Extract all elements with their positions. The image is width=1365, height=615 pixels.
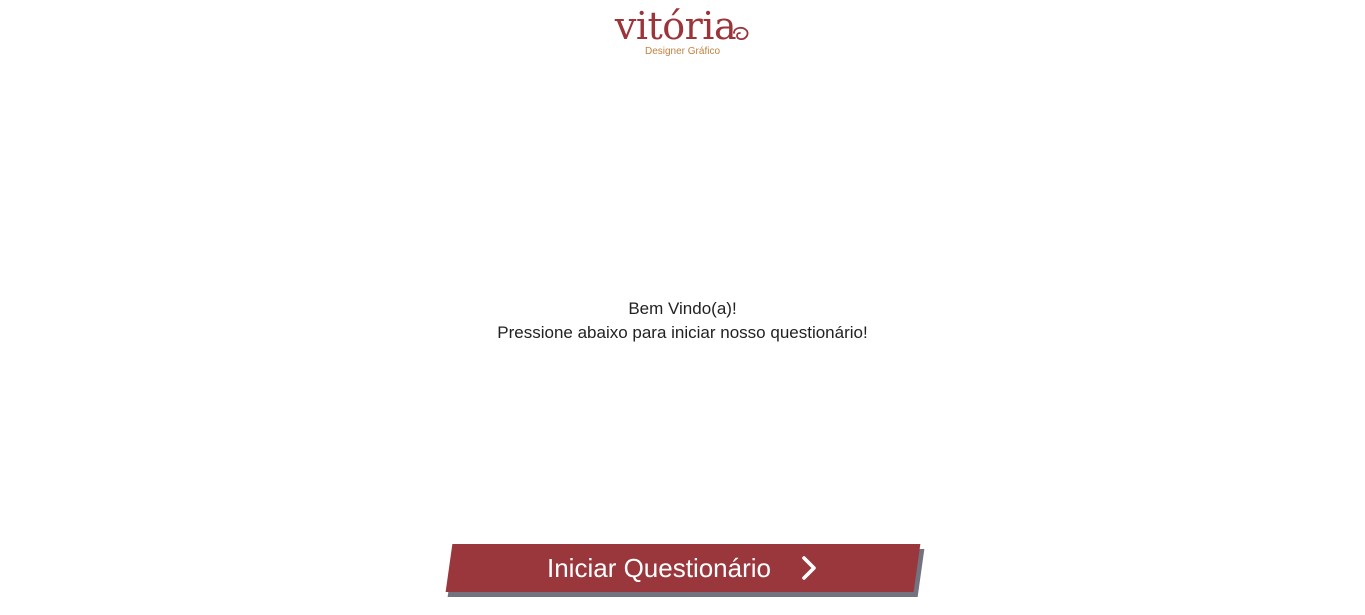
start-button-label: Iniciar Questionário (547, 553, 771, 583)
welcome-instruction: Pressione abaixo para iniciar nosso ques… (497, 323, 868, 342)
start-questionnaire-container: Iniciar Questionário (445, 544, 925, 598)
chevron-right-icon (802, 556, 816, 580)
start-questionnaire-button[interactable]: Iniciar Questionário (445, 544, 921, 592)
start-button-content: Iniciar Questionário (547, 544, 819, 592)
brand-logo: vitória Designer Gráfico (0, 6, 1365, 57)
welcome-greeting: Bem Vindo(a)! (628, 299, 737, 318)
welcome-message: Bem Vindo(a)! Pressione abaixo para inic… (0, 297, 1365, 345)
logo-swirl-icon (733, 26, 749, 41)
logo-name: vitória (614, 4, 737, 48)
logo-wordmark: vitória (615, 6, 750, 46)
